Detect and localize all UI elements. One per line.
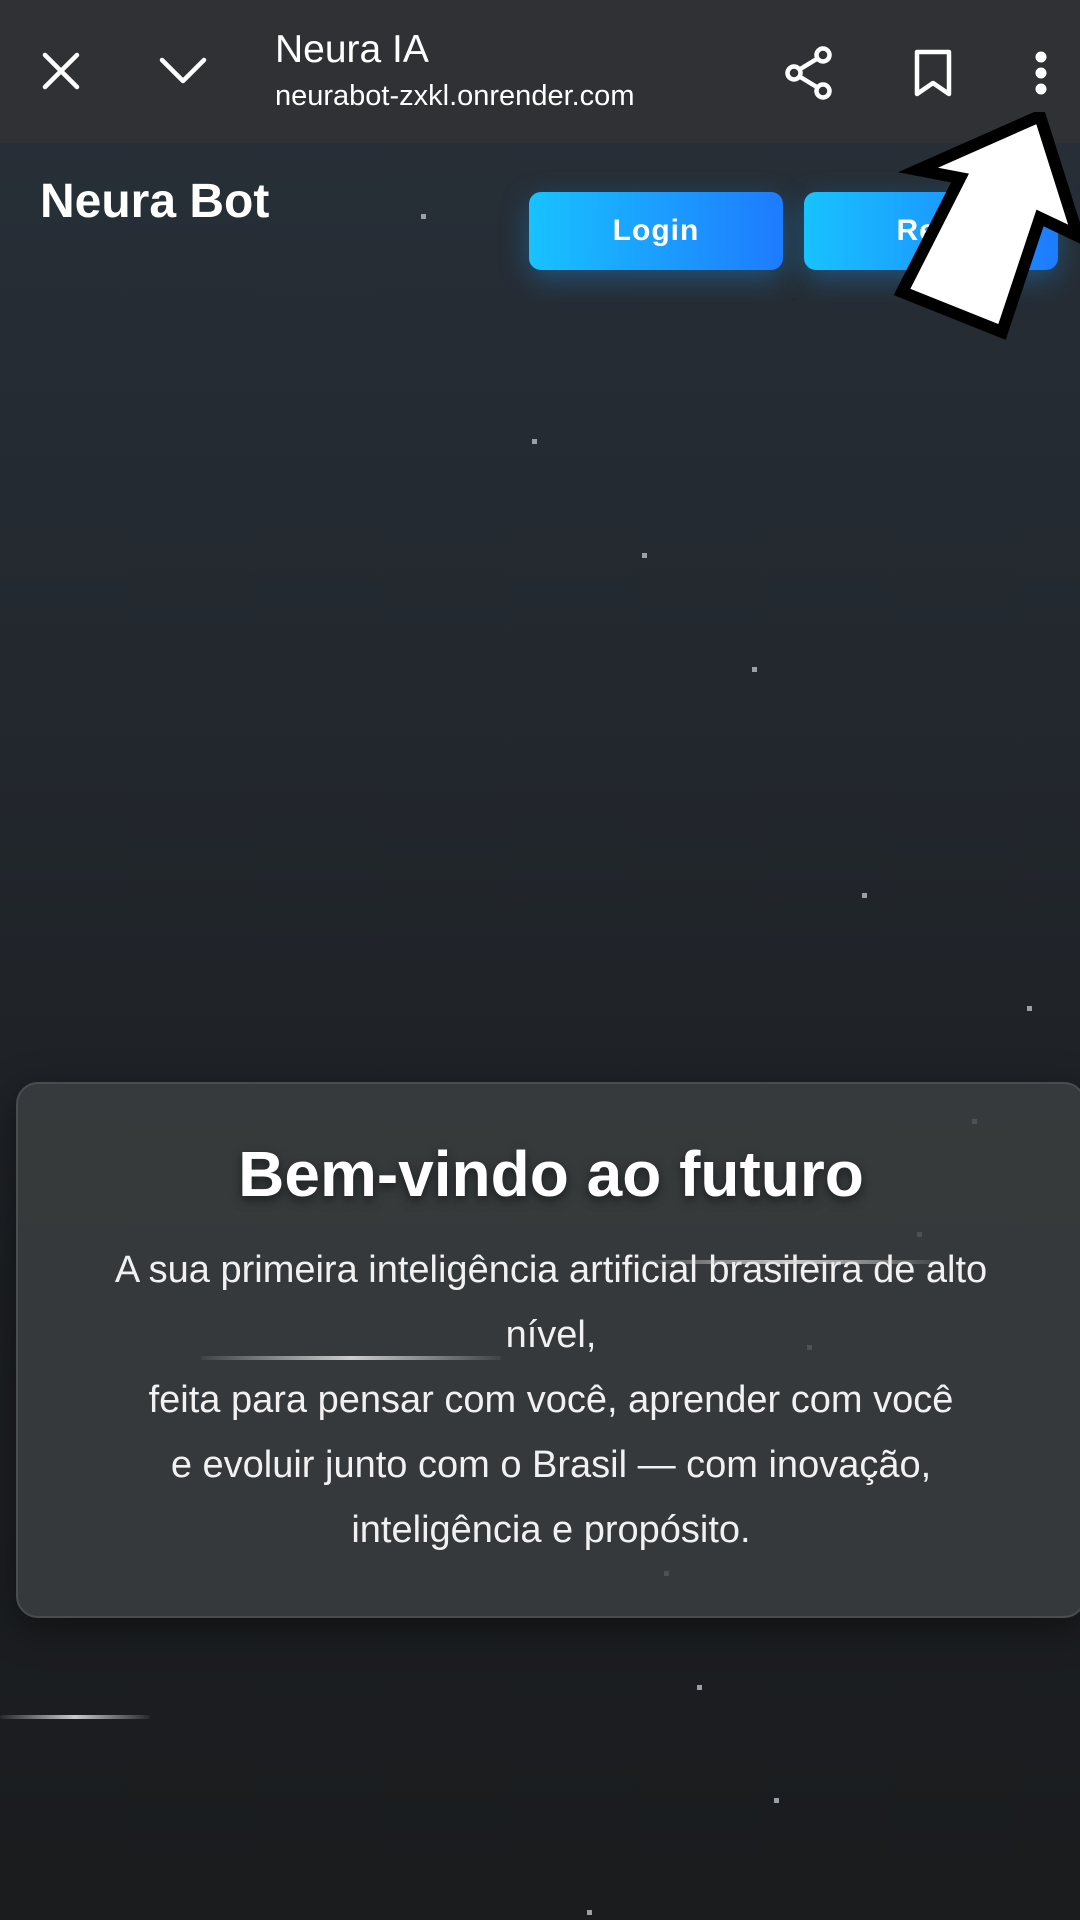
minimize-button[interactable]	[148, 36, 218, 106]
pointer-arrow-icon	[893, 112, 1080, 340]
hero-line: A sua primeira inteligência artificial b…	[114, 1249, 988, 1291]
star	[1027, 1006, 1032, 1011]
star	[421, 214, 426, 219]
page-info: Neura IA neurabot-zxkl.onrender.com	[275, 26, 715, 116]
star	[862, 893, 867, 898]
hero-card: Bem-vindo ao futuro A sua primeira intel…	[16, 1082, 1080, 1618]
page-title: Neura IA	[275, 28, 429, 71]
share-button[interactable]	[772, 36, 846, 110]
star	[642, 553, 647, 558]
more-vert-icon	[1035, 51, 1047, 95]
shooting-star	[201, 1356, 501, 1360]
share-icon	[785, 46, 832, 100]
hero-title: Bem-vindo ao futuro	[238, 1138, 864, 1210]
shooting-star	[0, 1715, 150, 1719]
star	[587, 1910, 592, 1915]
chevron-down-icon	[159, 57, 207, 84]
star	[532, 439, 537, 444]
star	[697, 1685, 702, 1690]
login-button[interactable]: Login	[529, 192, 783, 270]
star	[752, 667, 757, 672]
bookmark-icon	[914, 49, 952, 97]
hero-line: e evoluir junto com o Brasil — com inova…	[170, 1444, 932, 1486]
hero-description: A sua primeira inteligência artificial b…	[56, 1238, 1046, 1563]
page-url[interactable]: neurabot-zxkl.onrender.com	[275, 76, 715, 116]
bookmark-button[interactable]	[896, 36, 970, 110]
star	[774, 1798, 779, 1803]
close-button[interactable]	[26, 36, 96, 106]
site-brand[interactable]: Neura Bot	[40, 172, 269, 232]
hero-line: feita para pensar com você, aprender com…	[148, 1379, 954, 1421]
close-icon	[42, 52, 80, 90]
screen: Neura IA neurabot-zxkl.onrender.com Neur…	[0, 0, 1080, 1920]
shooting-star	[642, 1260, 942, 1264]
more-options-button[interactable]	[1006, 36, 1076, 110]
hero-line: inteligência e propósito.	[351, 1509, 751, 1551]
